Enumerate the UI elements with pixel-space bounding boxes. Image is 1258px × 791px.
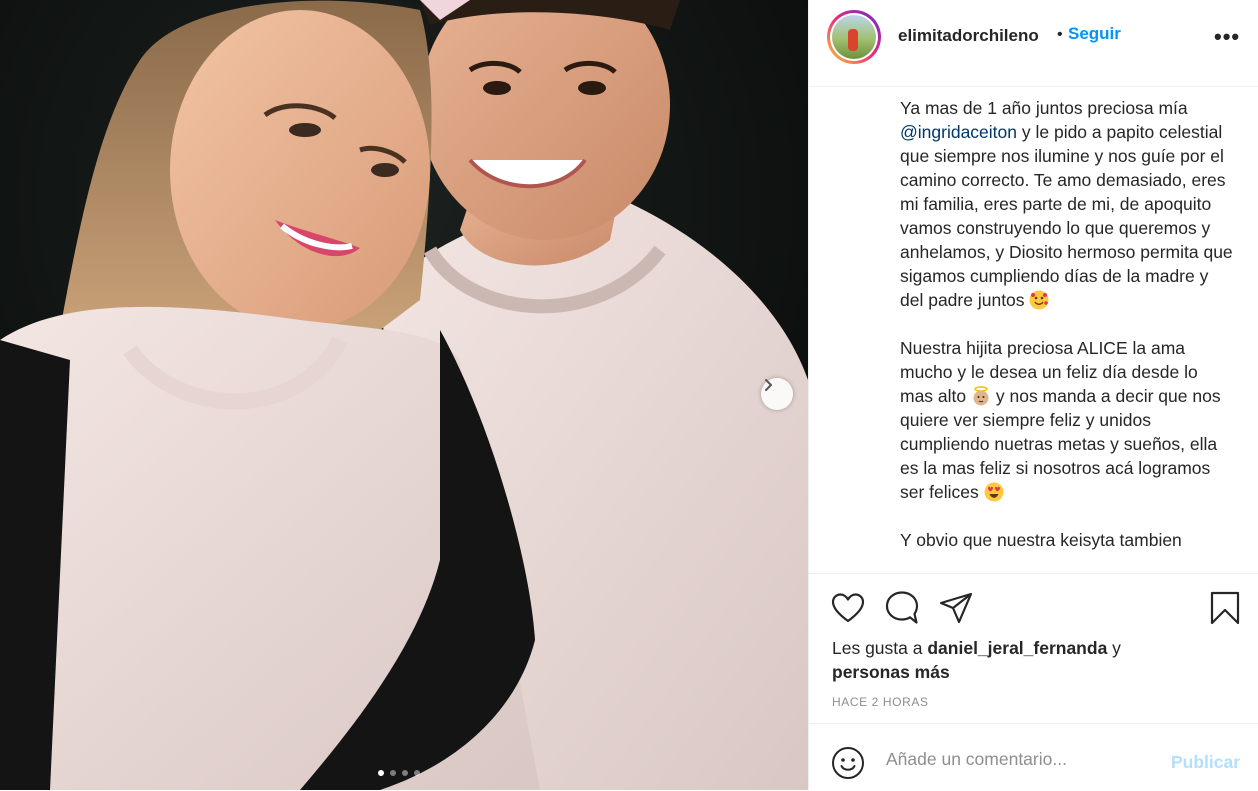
post-side-panel: elimitadorchileno • Seguir ••• Ya mas de… — [808, 0, 1258, 790]
username-link[interactable]: elimitadorchileno — [898, 26, 1039, 46]
carousel-dot — [414, 770, 420, 776]
likes-middle: y — [1107, 638, 1121, 658]
like-button[interactable] — [830, 590, 866, 626]
baby-angel-emoji-icon — [971, 386, 991, 406]
paper-plane-icon — [939, 592, 973, 624]
follow-button[interactable]: Seguir — [1068, 24, 1121, 44]
bookmark-icon — [1210, 591, 1240, 625]
post-caption: Ya mas de 1 año juntos preciosa mía @ing… — [900, 96, 1235, 572]
caption-paragraph: Nuestra hijita preciosa ALICE la ama muc… — [900, 336, 1235, 504]
avatar[interactable] — [827, 10, 881, 64]
likes-summary: Les gusta a daniel_jeral_fernanda y pers… — [832, 636, 1242, 684]
avatar-image — [832, 15, 876, 59]
caption-text: Ya mas de 1 año juntos preciosa mía — [900, 98, 1188, 118]
comment-input[interactable] — [886, 744, 1156, 774]
carousel-dot — [378, 770, 384, 776]
carousel-dot — [390, 770, 396, 776]
post-photo-image — [0, 0, 808, 790]
share-button[interactable] — [938, 590, 974, 626]
carousel-dot — [402, 770, 408, 776]
publish-button[interactable]: Publicar — [1171, 752, 1240, 773]
caption-text: y le pido a papito celestial que siempre… — [900, 122, 1233, 310]
heart-icon — [831, 593, 865, 623]
caption-paragraph: Ya mas de 1 año juntos preciosa mía @ing… — [900, 96, 1235, 312]
post-photo[interactable] — [0, 0, 808, 790]
separator-dot: • — [1057, 26, 1063, 43]
post-header: elimitadorchileno • Seguir ••• — [809, 0, 1258, 87]
post-timestamp[interactable]: HACE 2 HORAS — [832, 695, 929, 709]
caption-paragraph: Y obvio que nuestra keisyta tambien — [900, 530, 1182, 550]
post-actions — [809, 573, 1258, 625]
comment-icon — [885, 591, 919, 624]
save-button[interactable] — [1207, 590, 1243, 626]
likes-prefix: Les gusta a — [832, 638, 928, 658]
comment-button[interactable] — [884, 590, 920, 626]
chevron-right-icon — [765, 379, 772, 391]
heart-eyes-emoji-icon — [984, 482, 1004, 502]
smiling-face-with-hearts-emoji-icon — [1029, 290, 1049, 310]
comment-form: Publicar — [809, 723, 1258, 791]
carousel-indicator — [378, 770, 420, 776]
mention-link[interactable]: @ingridaceiton — [900, 122, 1017, 142]
liker-username[interactable]: daniel_jeral_fernanda — [927, 638, 1107, 658]
smiley-icon — [832, 747, 864, 779]
next-slide-button[interactable] — [761, 378, 793, 410]
more-options-button[interactable]: ••• — [1214, 24, 1240, 50]
avatar-ring — [830, 13, 878, 61]
emoji-picker-button[interactable] — [831, 746, 865, 785]
other-likers-link[interactable]: personas más — [832, 662, 950, 682]
